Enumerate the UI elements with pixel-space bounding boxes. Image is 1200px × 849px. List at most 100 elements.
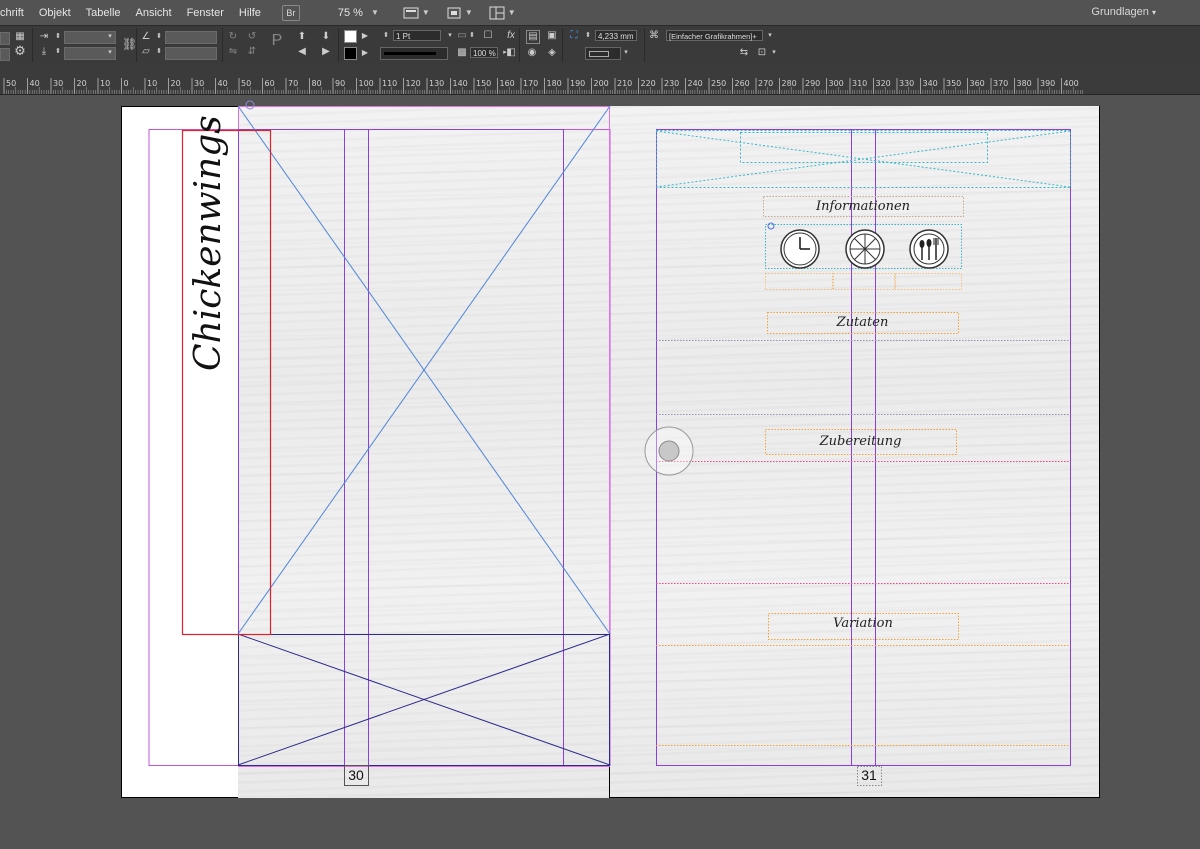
clock-icon[interactable] bbox=[780, 229, 820, 269]
rotation-field[interactable] bbox=[165, 31, 217, 44]
width-dropdown-icon[interactable]: ▾ bbox=[104, 31, 116, 43]
ruler-label: 60 bbox=[265, 79, 275, 88]
y-position-field[interactable] bbox=[0, 48, 10, 61]
fill-dropdown-icon[interactable]: ▶ bbox=[359, 30, 371, 42]
stroke-dropdown-icon[interactable]: ▶ bbox=[359, 47, 371, 59]
informationen-heading[interactable]: Informationen bbox=[763, 199, 963, 214]
object-style-select[interactable]: [Einfacher Grafikrahmen]+ bbox=[666, 30, 763, 41]
object-style-dropdown-icon[interactable]: ▾ bbox=[764, 30, 776, 42]
select-content-icon[interactable]: ⬇ bbox=[320, 31, 332, 43]
rotate-ccw-icon[interactable]: ↺ bbox=[246, 31, 258, 43]
stroke-weight-field[interactable]: 1 Pt bbox=[393, 30, 441, 41]
horizontal-ruler[interactable]: 50 40 30 20 10 0 10 20 30 40 50 60 70 80 90 100 110 120 13… bbox=[0, 64, 1200, 95]
page-turn-handle[interactable] bbox=[643, 425, 695, 477]
zutaten-heading[interactable]: Zutaten bbox=[767, 315, 958, 330]
reference-point-icon[interactable]: ▦ bbox=[14, 31, 26, 43]
bridge-button[interactable]: Br bbox=[281, 4, 300, 21]
frame-fitting-options-icon[interactable]: ⊡ bbox=[756, 47, 768, 59]
cutlery-icon[interactable] bbox=[909, 229, 949, 269]
ruler-label: 70 bbox=[288, 79, 298, 88]
shear-field[interactable] bbox=[165, 47, 217, 60]
corner-shape-select[interactable] bbox=[585, 47, 621, 60]
menu-objekt[interactable]: Objekt bbox=[31, 7, 78, 19]
view-options-icon bbox=[403, 7, 419, 18]
arrange-documents-button[interactable]: ▼ bbox=[489, 6, 516, 20]
clear-overrides-icon[interactable]: ⇆ bbox=[738, 47, 750, 59]
shear-stepper[interactable]: ⬍ bbox=[153, 46, 165, 58]
rotation-stepper[interactable]: ⬍ bbox=[153, 31, 165, 43]
stroke-weight-dropdown-icon[interactable]: ▾ bbox=[444, 30, 456, 42]
ruler-label: 40 bbox=[218, 79, 228, 88]
center-content-icon[interactable]: ◉ bbox=[526, 47, 538, 59]
ruler-label: 330 bbox=[899, 79, 914, 88]
dimension-field[interactable]: 4,233 mm bbox=[595, 30, 637, 41]
dimension-stepper[interactable]: ⬍ bbox=[582, 30, 594, 42]
height-dropdown-icon[interactable]: ▾ bbox=[104, 47, 116, 59]
ruler-label: 40 bbox=[30, 79, 40, 88]
pizza-slice-icon[interactable] bbox=[845, 229, 885, 269]
arrange-documents-icon bbox=[489, 6, 505, 19]
ruler-label: 200 bbox=[594, 79, 609, 88]
fill-swatch[interactable] bbox=[344, 30, 357, 43]
right-page-guides bbox=[655, 129, 1071, 786]
ruler-label: 20 bbox=[77, 79, 87, 88]
ruler-label: 50 bbox=[6, 79, 16, 88]
fill-frame-proportionally-icon[interactable]: ◈ bbox=[546, 47, 558, 59]
zoom-level-select[interactable]: 75 % bbox=[338, 7, 363, 19]
view-options-button[interactable]: ▼ bbox=[403, 6, 430, 20]
ruler-label: 260 bbox=[735, 79, 750, 88]
rotate-cw-icon[interactable]: ↻ bbox=[227, 31, 239, 43]
height-stepper[interactable]: ⬍ bbox=[52, 46, 64, 58]
menu-tabelle[interactable]: Tabelle bbox=[78, 7, 128, 19]
text-wrap-icon[interactable]: ⌘ bbox=[648, 30, 660, 42]
ruler-label: 180 bbox=[547, 79, 562, 88]
ruler-label: 90 bbox=[335, 79, 345, 88]
screen-mode-button[interactable]: ▼ bbox=[446, 6, 473, 20]
select-container-icon[interactable]: ⬆ bbox=[296, 31, 308, 43]
stroke-type-select[interactable] bbox=[380, 47, 448, 60]
zubereitung-heading[interactable]: Zubereitung bbox=[765, 434, 956, 449]
ruler-label: 190 bbox=[570, 79, 585, 88]
workspace-switcher[interactable]: Grundlagen ▾ bbox=[1091, 6, 1156, 18]
variation-heading[interactable]: Variation bbox=[768, 616, 958, 631]
corner-shape-dropdown-icon[interactable]: ▾ bbox=[620, 47, 632, 59]
flip-vertical-icon[interactable]: ⇵ bbox=[246, 46, 258, 58]
rotation-angle-icon: ∠ bbox=[141, 31, 151, 42]
fit-content-proportionally-icon[interactable]: ▣ bbox=[546, 30, 558, 42]
ruler-label: 50 bbox=[241, 79, 251, 88]
select-previous-icon[interactable]: ◀ bbox=[296, 46, 308, 58]
ruler-label: 400 bbox=[1064, 79, 1079, 88]
ruler-label: 170 bbox=[523, 79, 538, 88]
menu-fenster[interactable]: Fenster bbox=[179, 7, 231, 19]
stroke-style-stepper[interactable]: ⬍ bbox=[466, 30, 478, 42]
info-value-frame bbox=[765, 273, 833, 290]
ruler-label: 210 bbox=[617, 79, 632, 88]
ruler-label: 30 bbox=[194, 79, 204, 88]
stroke-swatch[interactable] bbox=[344, 47, 357, 60]
ruler-label: 160 bbox=[500, 79, 515, 88]
x-position-field[interactable] bbox=[0, 32, 10, 45]
ruler-label: 30 bbox=[53, 79, 63, 88]
proxy-icon[interactable]: ⚙ bbox=[14, 44, 26, 57]
ruler-label: 270 bbox=[758, 79, 773, 88]
ruler-label: 100 bbox=[359, 79, 374, 88]
auto-fit-icon[interactable]: ⛶ bbox=[568, 30, 580, 42]
drop-shadow-icon[interactable]: ◧ bbox=[505, 47, 517, 59]
ruler-label: 120 bbox=[406, 79, 421, 88]
menu-ansicht[interactable]: Ansicht bbox=[128, 7, 179, 19]
fit-frame-to-content-icon[interactable]: ▤ bbox=[526, 30, 540, 44]
zoom-dropdown-icon[interactable]: ▼ bbox=[371, 8, 379, 17]
control-panel: ▦ ⚙ ⇥ ⤓ ⬍ ⬍ ▾ ▾ ⛓ ∠ ▱ ⬍ ⬍ ↻ ↺ ⇋ ⇵ P ⬆ ◀ … bbox=[0, 25, 1200, 65]
width-stepper[interactable]: ⬍ bbox=[52, 31, 64, 43]
link-icon bbox=[767, 222, 775, 230]
opacity-field[interactable]: 100 % bbox=[470, 47, 498, 58]
stroke-box-icon[interactable]: ☐ bbox=[482, 30, 494, 42]
effects-icon[interactable]: fx bbox=[505, 30, 517, 42]
menu-hilfe[interactable]: Hilfe bbox=[231, 7, 268, 19]
menu-schrift[interactable]: chrift bbox=[0, 7, 31, 19]
stroke-weight-stepper[interactable]: ⬍ bbox=[380, 30, 392, 42]
flip-horizontal-icon[interactable]: ⇋ bbox=[227, 46, 239, 58]
select-next-icon[interactable]: ▶ bbox=[320, 46, 332, 58]
frame-fitting-dropdown-icon[interactable]: ▾ bbox=[768, 47, 780, 59]
constrain-proportions-icon[interactable]: ⛓ bbox=[122, 38, 137, 50]
